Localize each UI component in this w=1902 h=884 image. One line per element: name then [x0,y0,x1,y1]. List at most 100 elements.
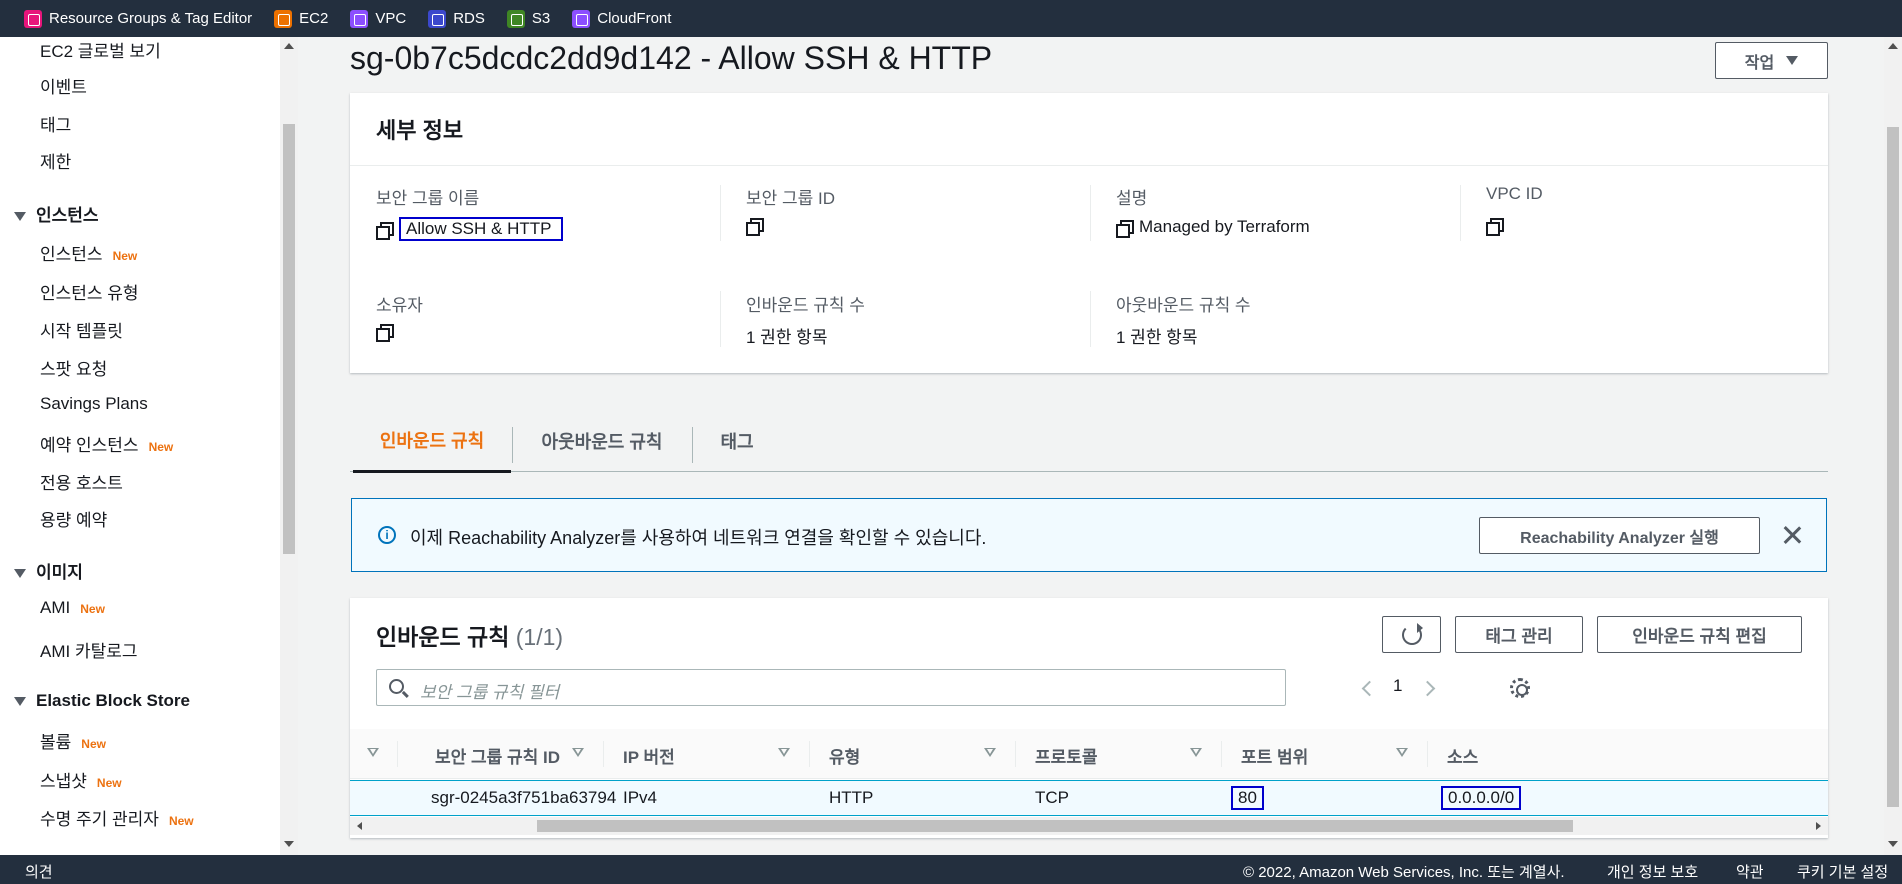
sidebar-item-spot-requests[interactable]: 스팟 요청 [40,355,107,380]
sidebar-item-events[interactable]: 이벤트 [40,73,87,98]
column-divider [1090,185,1091,241]
table-horizontal-scrollbar[interactable] [350,817,1828,835]
sidebar-item-volumes[interactable]: 볼륨 New [40,728,106,753]
resource-groups-icon [24,9,42,28]
copy-icon[interactable] [376,323,394,342]
sidebar-item-dedicated-hosts[interactable]: 전용 호스트 [40,469,123,494]
column-header-port-range[interactable]: 포트 범위 [1241,743,1308,768]
cell-port-range: 80 [1231,786,1264,810]
cell-protocol: TCP [1035,788,1069,807]
sidebar-scrollbar[interactable] [280,37,298,855]
copy-icon[interactable] [746,217,764,236]
rules-filter-input[interactable]: 보안 그룹 규칙 필터 [376,669,1286,706]
alert-message: 이제 Reachability Analyzer를 사용하여 네트워크 연결을 … [410,528,987,548]
gear-icon[interactable] [1510,678,1530,698]
favorite-vpc[interactable]: VPC [350,9,406,28]
copyright-text: © 2022, Amazon Web Services, Inc. 또는 계열사… [1243,864,1565,881]
column-header-rule-id[interactable]: 보안 그룹 규칙 ID [435,743,560,768]
select-column-sort-icon[interactable] [367,748,379,757]
sidebar-item-ami[interactable]: AMI New [40,598,105,618]
favorite-rds[interactable]: RDS [428,9,485,28]
column-header-source[interactable]: 소스 [1447,743,1478,768]
scroll-down-arrow-icon[interactable] [284,841,294,847]
terms-link[interactable]: 약관 [1736,861,1764,882]
favorite-cloudfront[interactable]: CloudFront [572,9,671,28]
column-header-protocol[interactable]: 프로토콜 [1035,743,1098,768]
sort-icon[interactable] [984,748,996,757]
owner-value [376,323,399,342]
column-divider [809,741,810,767]
refresh-button[interactable] [1382,616,1441,653]
cloudfront-icon [572,9,591,28]
sg-name-value: Allow SSH & HTTP [376,217,564,241]
divider [350,165,1828,166]
actions-dropdown-button[interactable]: 작업 [1715,42,1828,79]
sidebar-item-snapshots[interactable]: 스냅샷 New [40,767,122,792]
scroll-up-arrow-icon[interactable] [1888,43,1898,49]
sidebar-item-ec2-global-view[interactable]: EC2 글로벌 보기 [40,37,161,62]
new-badge: New [148,440,174,454]
horizontal-scrollbar-thumb[interactable] [537,820,1573,832]
cookie-preferences-link[interactable]: 쿠키 기본 설정 [1797,861,1888,882]
sidebar-item-ami-catalog[interactable]: AMI 카탈로그 [40,637,138,662]
vpc-id-label: VPC ID [1486,184,1543,203]
sidebar-section-instances[interactable]: 인스턴스 [14,201,99,226]
favorite-resource-groups[interactable]: Resource Groups & Tag Editor [24,9,252,28]
manage-tags-button[interactable]: 태그 관리 [1455,616,1583,653]
page-number[interactable]: 1 [1393,676,1402,696]
column-divider [1090,291,1091,347]
main-scrollbar[interactable] [1884,37,1902,855]
tab-outbound-rules[interactable]: 아웃바운드 규칙 [513,410,691,472]
sidebar-item-instance-types[interactable]: 인스턴스 유형 [40,279,139,304]
edit-inbound-rules-button[interactable]: 인바운드 규칙 편집 [1597,616,1802,653]
sidebar-item-lifecycle-manager[interactable]: 수명 주기 관리자 New [40,805,194,830]
column-divider [1427,741,1428,767]
privacy-link[interactable]: 개인 정보 보호 [1607,861,1698,882]
rds-icon [428,9,447,28]
rules-count: (1/1) [515,624,564,650]
favorite-s3[interactable]: S3 [506,9,550,28]
next-page-icon[interactable] [1419,680,1436,697]
inbound-count-label: 인바운드 규칙 수 [746,296,865,315]
sidebar-item-tags[interactable]: 태그 [40,111,71,136]
scroll-up-arrow-icon[interactable] [284,43,294,49]
scroll-down-arrow-icon[interactable] [1888,841,1898,847]
footer: 의견 © 2022, Amazon Web Services, Inc. 또는 … [0,855,1902,884]
run-reachability-analyzer-button[interactable]: Reachability Analyzer 실행 [1479,517,1760,554]
owner-label: 소유자 [376,296,423,315]
close-icon[interactable] [1780,523,1804,547]
vpc-icon [350,9,369,28]
sidebar-scrollbar-thumb[interactable] [283,124,295,554]
sidebar-item-reserved-instances[interactable]: 예약 인스턴스 New [40,431,173,456]
cell-type: HTTP [829,788,874,807]
sidebar-item-launch-templates[interactable]: 시작 템플릿 [40,317,123,342]
scroll-left-arrow-icon[interactable] [357,822,362,830]
tab-tags[interactable]: 태그 [693,410,781,472]
tab-inbound-rules[interactable]: 인바운드 규칙 [353,410,511,473]
main-scrollbar-thumb[interactable] [1887,127,1899,807]
column-header-type[interactable]: 유형 [829,743,860,768]
sidebar-section-images[interactable]: 이미지 [14,558,83,583]
sort-icon[interactable] [778,748,790,757]
sort-icon[interactable] [572,748,584,757]
feedback-link[interactable]: 의견 [25,861,53,882]
table-row[interactable]: sgr-0245a3f751ba63794 IPv4 HTTP TCP 80 0… [350,780,1828,816]
details-heading: 세부 정보 [376,118,464,143]
copy-icon[interactable] [1486,217,1504,236]
copy-icon[interactable] [1116,219,1134,238]
sidebar-item-capacity-reservations[interactable]: 용량 예약 [40,506,107,531]
sidebar-item-instances[interactable]: 인스턴스 New [40,240,137,265]
sort-icon[interactable] [1396,748,1408,757]
previous-page-icon[interactable] [1361,680,1378,697]
favorite-ec2[interactable]: EC2 [274,9,328,28]
sidebar-item-savings-plans[interactable]: Savings Plans [40,394,148,414]
sort-icon[interactable] [1190,748,1202,757]
reachability-info-alert: i 이제 Reachability Analyzer를 사용하여 네트워크 연결… [351,498,1827,572]
scroll-right-arrow-icon[interactable] [1816,822,1821,830]
column-header-ip-version[interactable]: IP 버전 [623,743,675,768]
sg-name-label: 보안 그룹 이름 [376,189,480,208]
search-icon [389,679,404,694]
sidebar-section-ebs[interactable]: Elastic Block Store [14,691,190,711]
copy-icon[interactable] [376,221,394,240]
sidebar-item-limits[interactable]: 제한 [40,148,71,173]
